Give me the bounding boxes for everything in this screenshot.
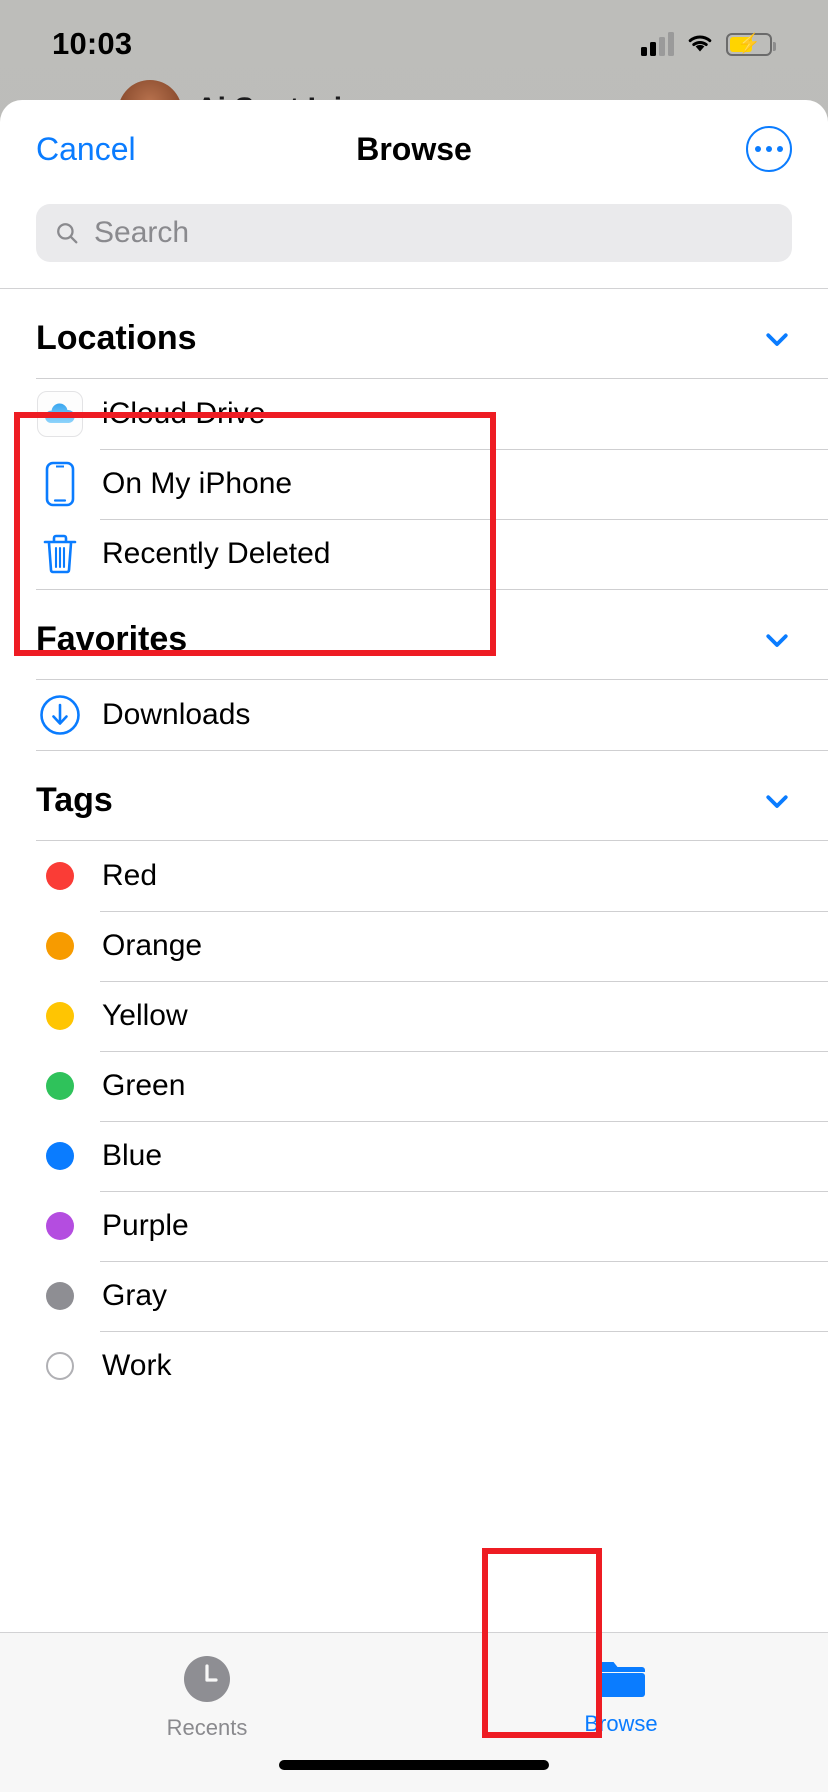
search-icon <box>57 223 78 244</box>
list-item-label: Red <box>102 859 158 892</box>
list-item-label: Downloads <box>102 698 251 731</box>
tag-dot-icon <box>36 1282 84 1310</box>
list-item-label: Blue <box>102 1139 163 1172</box>
browse-sheet: Cancel Browse Locations <box>0 100 828 1792</box>
cloud-glyph <box>45 403 75 423</box>
home-indicator <box>279 1760 549 1770</box>
list-item-label: Gray <box>102 1279 168 1312</box>
tag-color-swatch <box>46 1282 74 1310</box>
battery-charging-icon: ⚡ <box>726 32 776 56</box>
list-item-recently-deleted[interactable]: Recently Deleted <box>0 519 828 589</box>
list-item-label: Orange <box>102 929 203 962</box>
tab-label: Recents <box>166 1715 248 1740</box>
tag-dot-outline-icon <box>36 1352 84 1380</box>
status-indicators: ⚡ <box>641 32 776 56</box>
section-title: Favorites <box>36 620 188 658</box>
list-item-tag-orange[interactable]: Orange <box>0 911 828 981</box>
tag-color-swatch <box>46 932 74 960</box>
signal-bars-icon <box>641 32 674 56</box>
tag-dot-icon <box>36 1212 84 1240</box>
list-item-tag-work[interactable]: Work <box>0 1331 828 1401</box>
trash-icon <box>36 532 84 576</box>
tag-dot-icon <box>36 1002 84 1030</box>
list-item-label: iCloud Drive <box>102 397 266 430</box>
search-input[interactable] <box>94 216 774 250</box>
list-item-label: Yellow <box>102 999 188 1032</box>
tab-label: Browse <box>584 1711 658 1736</box>
iphone-icon <box>36 461 84 507</box>
section-header-tags: Tags <box>0 751 828 840</box>
tag-color-swatch <box>46 1072 74 1100</box>
wifi-icon <box>688 35 712 52</box>
section-header-favorites: Favorites <box>0 590 828 679</box>
browse-list: Locations iCloud Drive On My iPhone Rece… <box>0 289 828 1401</box>
tag-dot-icon <box>36 862 84 890</box>
tag-color-swatch <box>46 862 74 890</box>
clock-icon <box>184 1656 230 1702</box>
tag-dot-icon <box>36 1142 84 1170</box>
chevron-down-icon[interactable] <box>762 324 792 354</box>
list-item-label: Work <box>102 1349 172 1382</box>
list-item-downloads[interactable]: Downloads <box>0 680 828 750</box>
folder-icon <box>597 1662 645 1697</box>
list-item-label: Green <box>102 1069 186 1102</box>
tag-dot-icon <box>36 1072 84 1100</box>
nav-bar: Cancel Browse <box>0 100 828 198</box>
tag-color-swatch <box>46 1212 74 1240</box>
list-item-label: Purple <box>102 1209 189 1242</box>
section-title: Locations <box>36 319 197 357</box>
list-item-tag-gray[interactable]: Gray <box>0 1261 828 1331</box>
cancel-button[interactable]: Cancel <box>36 131 136 168</box>
download-glyph <box>40 695 80 735</box>
list-item-on-my-iphone[interactable]: On My iPhone <box>0 449 828 519</box>
list-item-tag-yellow[interactable]: Yellow <box>0 981 828 1051</box>
downloads-circle-arrow-icon <box>36 694 84 736</box>
list-item-icloud-drive[interactable]: iCloud Drive <box>0 379 828 449</box>
phone-screen: Ai Sept L i 10:03 ⚡ Cancel Browse <box>0 0 828 1792</box>
trash-glyph <box>43 534 77 574</box>
section-header-locations: Locations <box>0 289 828 378</box>
more-ellipsis-icon[interactable] <box>746 126 792 172</box>
list-item-tag-green[interactable]: Green <box>0 1051 828 1121</box>
chevron-down-icon[interactable] <box>762 786 792 816</box>
section-title: Tags <box>36 781 113 819</box>
status-bar: 10:03 ⚡ <box>0 0 828 88</box>
tag-color-swatch <box>46 1352 74 1380</box>
iphone-glyph <box>45 461 75 507</box>
list-item-label: Recently Deleted <box>102 537 331 570</box>
search-field[interactable] <box>36 204 792 262</box>
list-item-tag-purple[interactable]: Purple <box>0 1191 828 1261</box>
tag-dot-icon <box>36 932 84 960</box>
search-bar <box>0 198 828 288</box>
icloud-drive-icon <box>36 391 84 437</box>
list-item-label: On My iPhone <box>102 467 293 500</box>
tag-color-swatch <box>46 1002 74 1030</box>
tag-color-swatch <box>46 1142 74 1170</box>
list-item-tag-red[interactable]: Red <box>0 841 828 911</box>
status-time: 10:03 <box>52 26 133 61</box>
list-item-tag-blue[interactable]: Blue <box>0 1121 828 1191</box>
chevron-down-icon[interactable] <box>762 625 792 655</box>
